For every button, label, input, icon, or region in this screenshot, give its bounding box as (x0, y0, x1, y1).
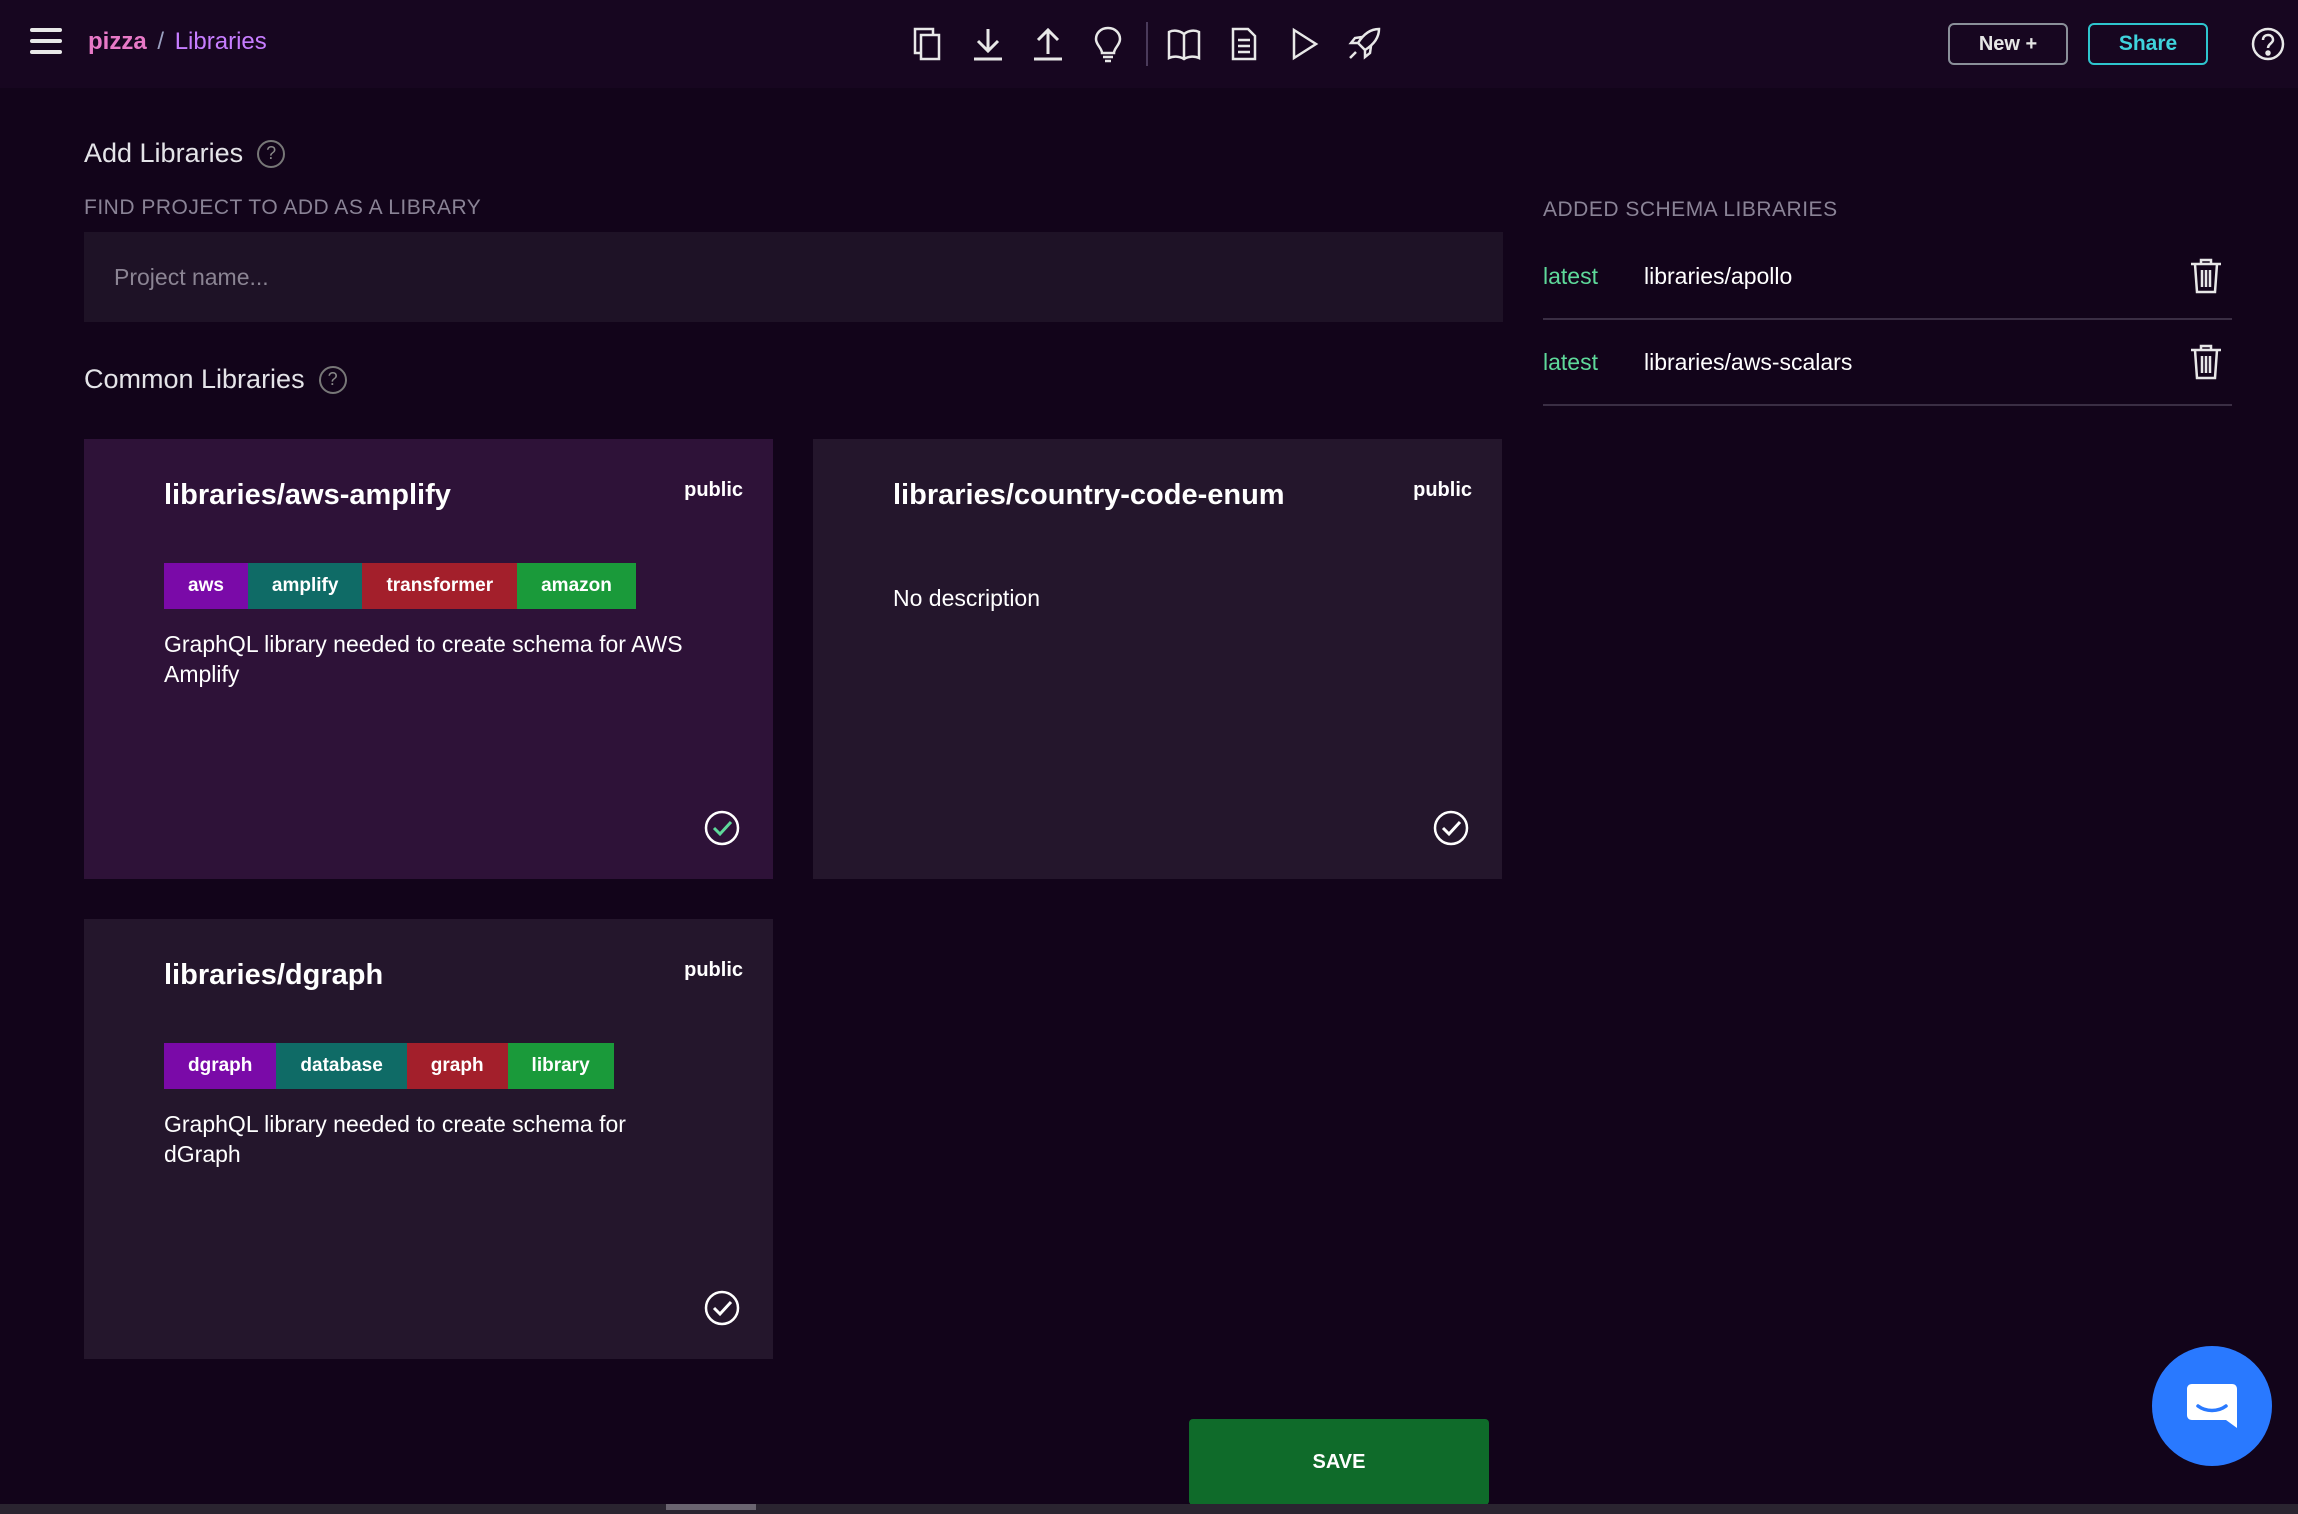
library-card-description: No description (893, 585, 1041, 611)
rocket-icon[interactable] (1342, 22, 1386, 66)
trash-icon[interactable] (2188, 343, 2224, 381)
new-button[interactable]: New + (1948, 23, 2068, 65)
library-card-title: libraries/aws-amplify (164, 479, 451, 511)
scrollbar-thumb[interactable] (666, 1504, 756, 1510)
tag: dgraph (164, 1043, 277, 1089)
added-library-row: latest libraries/aws-scalars (1543, 320, 2232, 406)
library-version[interactable]: latest (1543, 263, 1644, 290)
visibility-badge: public (684, 479, 743, 501)
check-circle-icon[interactable] (703, 809, 741, 847)
tag-list: aws amplify transformer amazon (164, 563, 636, 609)
book-icon[interactable] (1162, 22, 1206, 66)
share-button[interactable]: Share (2088, 23, 2208, 65)
add-libraries-title: Add Libraries (84, 138, 244, 168)
tag: amazon (517, 563, 636, 609)
chat-icon[interactable] (2152, 1346, 2272, 1466)
breadcrumb: pizza / Libraries (88, 28, 267, 56)
library-card-aws-amplify[interactable]: libraries/aws-amplify public aws amplify… (84, 439, 773, 879)
project-search-input[interactable] (84, 232, 1503, 322)
tag: amplify (247, 563, 363, 609)
top-bar: pizza / Libraries New + Share (0, 0, 2298, 88)
library-version[interactable]: latest (1543, 349, 1644, 376)
added-library-row: latest libraries/apollo (1543, 234, 2232, 320)
find-project-label: FIND PROJECT TO ADD AS A LIBRARY (84, 196, 482, 219)
tag-list: dgraph database graph library (164, 1043, 614, 1089)
tag: transformer (362, 563, 518, 609)
toolbar (906, 22, 1402, 66)
help-icon[interactable] (2250, 26, 2286, 62)
breadcrumb-project[interactable]: pizza (88, 28, 147, 55)
breadcrumb-separator: / (157, 28, 165, 55)
added-libraries-label: ADDED SCHEMA LIBRARIES (1543, 198, 1838, 221)
save-button[interactable]: SAVE (1189, 1419, 1489, 1505)
trash-icon[interactable] (2188, 257, 2224, 295)
upload-icon[interactable] (1026, 22, 1070, 66)
tag: aws (164, 563, 248, 609)
library-card-title: libraries/dgraph (164, 959, 384, 991)
add-libraries-heading: Add Libraries ? (84, 138, 286, 169)
tag: database (276, 1043, 407, 1089)
check-circle-icon[interactable] (703, 1289, 741, 1327)
breadcrumb-page: Libraries (174, 28, 267, 55)
library-card-title: libraries/country-code-enum (893, 479, 1285, 511)
common-libraries-title: Common Libraries (84, 364, 305, 394)
tag: library (507, 1043, 614, 1089)
common-libraries-help-icon[interactable]: ? (318, 365, 347, 394)
library-name: libraries/aws-scalars (1644, 348, 1853, 375)
lightbulb-icon[interactable] (1086, 22, 1130, 66)
horizontal-scrollbar[interactable] (0, 1504, 2298, 1514)
library-name: libraries/apollo (1644, 262, 1793, 289)
library-card-dgraph[interactable]: libraries/dgraph public dgraph database … (84, 919, 773, 1359)
add-libraries-help-icon[interactable]: ? (257, 139, 286, 168)
toolbar-divider (1146, 22, 1148, 66)
tag: graph (406, 1043, 508, 1089)
menu-icon[interactable] (30, 28, 62, 58)
check-circle-icon[interactable] (1432, 809, 1470, 847)
visibility-badge: public (1413, 479, 1472, 501)
copy-icon[interactable] (906, 22, 950, 66)
visibility-badge: public (684, 959, 743, 981)
common-libraries-heading: Common Libraries ? (84, 364, 347, 395)
library-card-description: GraphQL library needed to create schema … (164, 631, 683, 687)
play-icon[interactable] (1282, 22, 1326, 66)
library-card-country-code-enum[interactable]: libraries/country-code-enum public No de… (813, 439, 1502, 879)
document-icon[interactable] (1222, 22, 1266, 66)
library-card-description: GraphQL library needed to create schema … (164, 1111, 626, 1167)
download-icon[interactable] (966, 22, 1010, 66)
